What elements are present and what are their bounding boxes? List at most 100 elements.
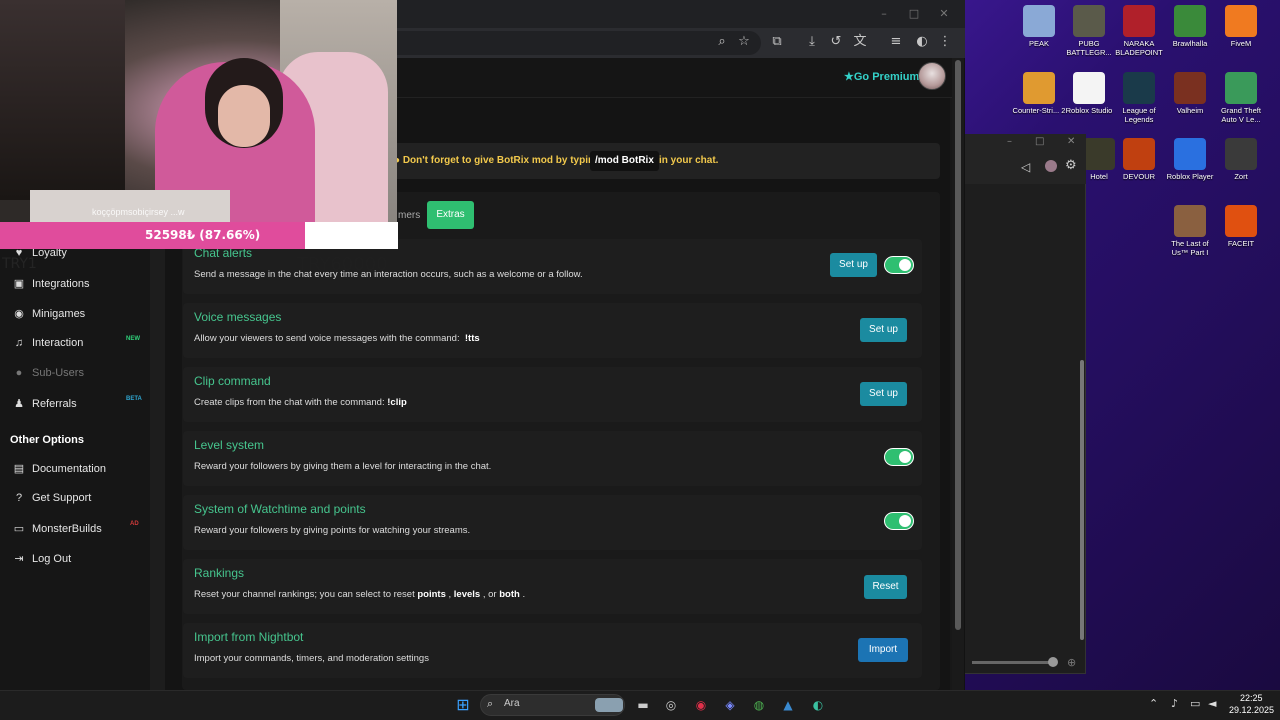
address-bar[interactable] bbox=[396, 31, 761, 55]
discord-icon[interactable]: ◈ bbox=[720, 695, 740, 715]
level-system-toggle[interactable] bbox=[884, 448, 914, 466]
setup-button[interactable]: Set up bbox=[860, 382, 907, 406]
app-icon[interactable]: ▲ bbox=[778, 695, 798, 715]
import-button[interactable]: Import bbox=[858, 638, 908, 662]
start-icon[interactable]: ⊞ bbox=[453, 695, 473, 715]
app-icon[interactable]: ◐ bbox=[808, 695, 828, 715]
task-view-icon[interactable]: ◎ bbox=[661, 695, 681, 715]
tab-extras[interactable]: Extras bbox=[427, 201, 474, 229]
music-icon: ♫ bbox=[14, 337, 24, 349]
menu-icon[interactable]: ⋮ bbox=[937, 34, 953, 50]
desktop-icon[interactable]: Brawlhalla bbox=[1162, 5, 1218, 48]
app-icon bbox=[1174, 205, 1206, 237]
desktop-icon[interactable]: The Last of Us™ Part I bbox=[1162, 205, 1218, 257]
close-icon[interactable]: ✕ bbox=[936, 6, 952, 22]
clock-date[interactable]: 29.12.2025 bbox=[1229, 705, 1274, 715]
desktop-icon[interactable]: Grand Theft Auto V Le... bbox=[1213, 72, 1269, 124]
card-description: Reset your channel rankings; you can sel… bbox=[194, 589, 526, 600]
media-icon[interactable]: ≡ bbox=[888, 34, 904, 50]
clock-time[interactable]: 22:25 bbox=[1240, 693, 1263, 703]
desktop-icon[interactable]: DEVOUR bbox=[1111, 138, 1167, 181]
secondary-window-scrollbar[interactable] bbox=[1080, 360, 1084, 640]
chrome-icon[interactable]: ◍ bbox=[749, 695, 769, 715]
minimize-icon[interactable]: – bbox=[876, 6, 892, 22]
app-icon bbox=[1073, 72, 1105, 104]
star-icon: ★ bbox=[844, 71, 854, 83]
desktop-icon-label: Roblox Player bbox=[1166, 172, 1214, 181]
chat-alerts-toggle[interactable] bbox=[884, 256, 914, 274]
desktop-icon-label: PUBG BATTLEGR... bbox=[1066, 39, 1112, 57]
desktop-icon-label: FiveM bbox=[1230, 39, 1252, 48]
minimize-icon[interactable]: – bbox=[1007, 136, 1012, 147]
desktop-icon[interactable]: FiveM bbox=[1213, 5, 1269, 48]
chevron-up-icon[interactable]: ⌃ bbox=[1149, 697, 1158, 710]
desktop-icon[interactable]: Counter-Stri... 2 bbox=[1011, 72, 1067, 115]
desktop-icon[interactable]: Roblox Studio bbox=[1061, 72, 1117, 115]
setup-button[interactable]: Set up bbox=[860, 318, 907, 342]
desktop-icon-label: Counter-Stri... 2 bbox=[1012, 106, 1066, 115]
sidebar-item-get-support[interactable]: ? Get Support bbox=[12, 492, 91, 508]
profile-icon[interactable]: ◐ bbox=[914, 34, 930, 50]
desktop-icon[interactable]: NARAKA BLADEPOINT bbox=[1111, 5, 1167, 57]
app-icon bbox=[1225, 72, 1257, 104]
zoom-icon[interactable]: ⌕ bbox=[714, 34, 730, 50]
sidebar-item-log-out[interactable]: ⇥ Log Out bbox=[12, 552, 71, 568]
maximize-icon[interactable]: □ bbox=[906, 6, 922, 22]
beta-badge: BETA bbox=[126, 396, 142, 402]
file-explorer-icon[interactable]: ▬ bbox=[633, 695, 653, 715]
avatar-icon[interactable] bbox=[1045, 160, 1057, 172]
star-icon[interactable]: ☆ bbox=[736, 34, 752, 50]
desktop-icon-label: Brawlhalla bbox=[1172, 39, 1208, 48]
zoom-in-icon[interactable]: ⊕ bbox=[1067, 656, 1076, 669]
sidebar-item-minigames[interactable]: ◉ Minigames bbox=[12, 307, 85, 323]
new-badge: NEW bbox=[126, 336, 140, 342]
sidebar-item-monsterbuilds[interactable]: ▭ MonsterBuilds bbox=[12, 522, 102, 538]
webcam-background-shelf bbox=[0, 0, 125, 200]
zoom-slider[interactable] bbox=[972, 661, 1057, 664]
browser-toolbar: ⌕ ☆ ⧉ ⤓ ↺ 文 ≡ ◐ ⋮ bbox=[396, 28, 965, 58]
desktop-icon[interactable]: FACEIT bbox=[1213, 205, 1269, 248]
setup-button[interactable]: Set up bbox=[830, 253, 877, 277]
close-icon[interactable]: ✕ bbox=[1067, 136, 1075, 147]
app-icon bbox=[1073, 5, 1105, 37]
desktop-icon[interactable]: PEAK bbox=[1011, 5, 1067, 48]
widgets-icon[interactable] bbox=[595, 698, 623, 712]
desktop-icon[interactable]: Valheim bbox=[1162, 72, 1218, 115]
card-title: Clip command bbox=[194, 374, 271, 388]
card-watchtime-points: System of Watchtime and points Reward yo… bbox=[183, 495, 922, 550]
translate-icon[interactable]: 文 bbox=[852, 34, 868, 50]
sidebar-item-sub-users[interactable]: ● Sub-Users bbox=[12, 367, 84, 383]
desktop-icon-label: FACEIT bbox=[1227, 239, 1255, 248]
display-icon[interactable]: ▭ bbox=[1190, 697, 1200, 710]
maximize-icon[interactable]: □ bbox=[1035, 136, 1044, 147]
microphone-icon[interactable]: ♪ bbox=[1171, 697, 1178, 710]
reset-button[interactable]: Reset bbox=[864, 575, 907, 599]
extensions-icon[interactable]: ⧉ bbox=[769, 34, 785, 50]
gear-icon[interactable]: ⚙ bbox=[1065, 158, 1077, 173]
app-icon bbox=[1174, 138, 1206, 170]
user-avatar[interactable] bbox=[918, 62, 946, 90]
app-icon[interactable]: ◉ bbox=[691, 695, 711, 715]
sidebar-item-integrations[interactable]: ▣ Integrations bbox=[12, 277, 90, 293]
history-icon[interactable]: ↺ bbox=[828, 34, 844, 50]
watchtime-toggle[interactable] bbox=[884, 512, 914, 530]
download-icon[interactable]: ⤓ bbox=[804, 34, 820, 50]
desktop-icon[interactable]: Zort bbox=[1213, 138, 1269, 181]
sidebar-item-documentation[interactable]: ▤ Documentation bbox=[12, 462, 106, 478]
megaphone-icon[interactable]: ◁ bbox=[1021, 160, 1030, 174]
tab-timers[interactable]: mers bbox=[396, 203, 422, 229]
zoom-slider-handle[interactable] bbox=[1048, 657, 1058, 667]
desktop-icon[interactable]: League of Legends bbox=[1111, 72, 1167, 124]
card-description: Allow your viewers to send voice message… bbox=[194, 333, 480, 344]
desktop-icon[interactable]: PUBG BATTLEGR... bbox=[1061, 5, 1117, 57]
card-description: Create clips from the chat with the comm… bbox=[194, 397, 407, 408]
sidebar-item-referrals[interactable]: ♟ Referrals bbox=[12, 397, 77, 413]
app-icon bbox=[1225, 138, 1257, 170]
sidebar-item-interaction[interactable]: ♫ Interaction bbox=[12, 337, 84, 353]
page-scrollbar-thumb[interactable] bbox=[955, 60, 961, 630]
section-title-other-options: Other Options bbox=[10, 434, 84, 446]
card-description: Reward your followers by giving them a l… bbox=[194, 461, 492, 472]
desktop-icon[interactable]: Roblox Player bbox=[1162, 138, 1218, 181]
volume-icon[interactable]: ◄ bbox=[1208, 697, 1216, 710]
go-premium-link[interactable]: ★Go Premium bbox=[844, 70, 919, 83]
